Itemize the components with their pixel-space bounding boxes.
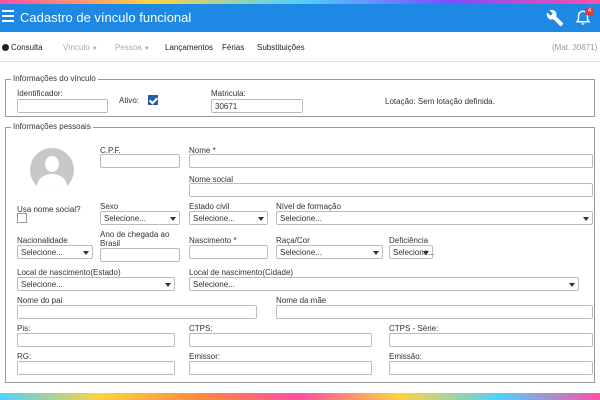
emissao-label: Emissão: bbox=[389, 352, 422, 361]
nome-mae-input[interactable] bbox=[276, 305, 593, 319]
matricula-label: Matricula: bbox=[211, 89, 246, 98]
nacionalidade-select[interactable]: Selecione... bbox=[17, 245, 93, 259]
nascimento-label: Nascimento * bbox=[189, 236, 237, 245]
ano-chegada-input[interactable] bbox=[100, 248, 180, 262]
menu-lancamentos[interactable]: Lançamentos bbox=[165, 43, 213, 52]
menu-substituicoes[interactable]: Substituições bbox=[257, 43, 305, 52]
nome-pai-input[interactable] bbox=[17, 305, 257, 319]
emissor-input[interactable] bbox=[189, 361, 372, 375]
menu-ferias[interactable]: Férias bbox=[222, 43, 244, 52]
nacionalidade-label: Nacionalidade bbox=[17, 236, 68, 245]
identificador-input[interactable] bbox=[17, 99, 108, 113]
notification-badge: 4 bbox=[585, 7, 594, 16]
page-title: Cadastro de vínculo funcional bbox=[20, 10, 192, 25]
identificador-label: Identificador: bbox=[17, 89, 63, 98]
emissao-input[interactable] bbox=[389, 361, 593, 375]
ctps-label: CTPS: bbox=[189, 324, 213, 333]
menu-pessoa[interactable]: Pessoa ▼ bbox=[115, 43, 150, 52]
usa-nome-social-checkbox[interactable] bbox=[17, 213, 27, 223]
ctps-input[interactable] bbox=[189, 333, 372, 347]
deficiencia-label: Deficiência bbox=[389, 236, 429, 245]
wrench-icon[interactable] bbox=[546, 9, 564, 27]
lotacao-text: Lotação: Sem lotação definida. bbox=[385, 97, 495, 106]
sexo-select[interactable]: Selecione... bbox=[100, 211, 180, 225]
app-header: Cadastro de vínculo funcional 4 bbox=[0, 4, 600, 32]
hamburger-menu-icon[interactable] bbox=[2, 10, 14, 24]
matricula-input[interactable]: 30671 bbox=[211, 99, 303, 113]
back-circle-icon bbox=[2, 44, 9, 51]
raca-cor-select[interactable]: Selecione... bbox=[276, 245, 383, 259]
ativo-checkbox[interactable] bbox=[148, 95, 158, 105]
menu-vinculo[interactable]: Vínculo ▼ bbox=[63, 43, 98, 52]
local-nasc-cidade-select[interactable]: Selecione... bbox=[189, 277, 579, 291]
emissor-label: Emissor: bbox=[189, 352, 221, 361]
nivel-formacao-label: Nível de formação bbox=[276, 202, 341, 211]
raca-cor-label: Raça/Cor bbox=[276, 236, 310, 245]
nascimento-input[interactable] bbox=[189, 245, 268, 259]
estado-civil-label: Estado civil bbox=[189, 202, 230, 211]
vinculo-legend: Informações do vínculo bbox=[11, 74, 98, 83]
ativo-label: Ativo: bbox=[119, 96, 140, 105]
caret-down-icon: ▼ bbox=[143, 46, 150, 52]
nivel-formacao-select[interactable]: Selecione... bbox=[276, 211, 593, 225]
deficiencia-select[interactable]: Selecione... bbox=[389, 245, 435, 259]
ano-chegada-label-line1: Ano de chegada ao bbox=[100, 230, 170, 239]
cpf-input[interactable] bbox=[100, 154, 180, 168]
matricula-indicator: (Mat. 30671) bbox=[552, 43, 598, 52]
local-nasc-cidade-label: Local de nascimento(Cidade) bbox=[189, 268, 294, 277]
pessoais-legend: Informações pessoais bbox=[11, 122, 93, 131]
ctps-serie-label: CTPS - Série: bbox=[389, 324, 439, 333]
caret-down-icon: ▼ bbox=[91, 46, 98, 52]
nome-pai-label: Nome do pai bbox=[17, 296, 63, 305]
menu-bar: Consulta Vínculo ▼ Pessoa ▼ Lançamentos Fé… bbox=[0, 32, 600, 62]
local-nasc-estado-select[interactable]: Selecione... bbox=[17, 277, 175, 291]
rg-label: RG: bbox=[17, 352, 32, 361]
rg-input[interactable] bbox=[17, 361, 175, 375]
nome-input[interactable] bbox=[189, 154, 593, 168]
bottom-decoration-strip bbox=[0, 393, 600, 400]
sexo-label: Sexo bbox=[100, 202, 119, 211]
menu-consulta[interactable]: Consulta bbox=[2, 43, 43, 52]
pis-input[interactable] bbox=[17, 333, 175, 347]
estado-civil-select[interactable]: Selecione... bbox=[189, 211, 268, 225]
nome-mae-label: Nome da mãe bbox=[276, 296, 327, 305]
avatar-placeholder-icon[interactable] bbox=[30, 148, 74, 192]
local-nasc-estado-label: Local de nascimento(Estado) bbox=[17, 268, 121, 277]
pis-label: Pis: bbox=[17, 324, 31, 333]
nome-social-input[interactable] bbox=[189, 183, 593, 197]
ctps-serie-input[interactable] bbox=[389, 333, 593, 347]
ano-chegada-label-line2: Brasil bbox=[100, 239, 121, 248]
